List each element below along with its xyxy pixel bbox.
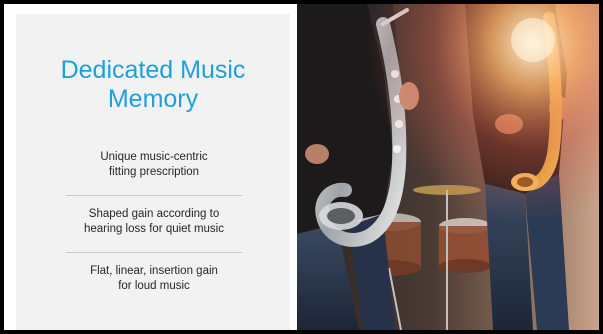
saxophone-players-photo [297, 4, 599, 330]
bullet-text: Unique music-centric fitting prescriptio… [100, 151, 208, 178]
bullet-item: Unique music-centric fitting prescriptio… [66, 142, 242, 195]
bullet-text: Flat, linear, insertion gain for loud mu… [90, 265, 218, 292]
slide-title: Dedicated Music Memory [60, 56, 246, 113]
bullet-text: Shaped gain according to hearing loss fo… [84, 208, 224, 235]
bullet-item: Flat, linear, insertion gain for loud mu… [66, 253, 242, 294]
slide: Dedicated Music Memory Unique music-cent… [0, 0, 603, 334]
bullet-item: Shaped gain according to hearing loss fo… [66, 196, 242, 252]
text-card: Dedicated Music Memory Unique music-cent… [16, 14, 290, 330]
bullet-list: Unique music-centric fitting prescriptio… [66, 142, 242, 294]
left-panel: Dedicated Music Memory Unique music-cent… [4, 4, 295, 330]
photo-illustration [297, 4, 599, 330]
